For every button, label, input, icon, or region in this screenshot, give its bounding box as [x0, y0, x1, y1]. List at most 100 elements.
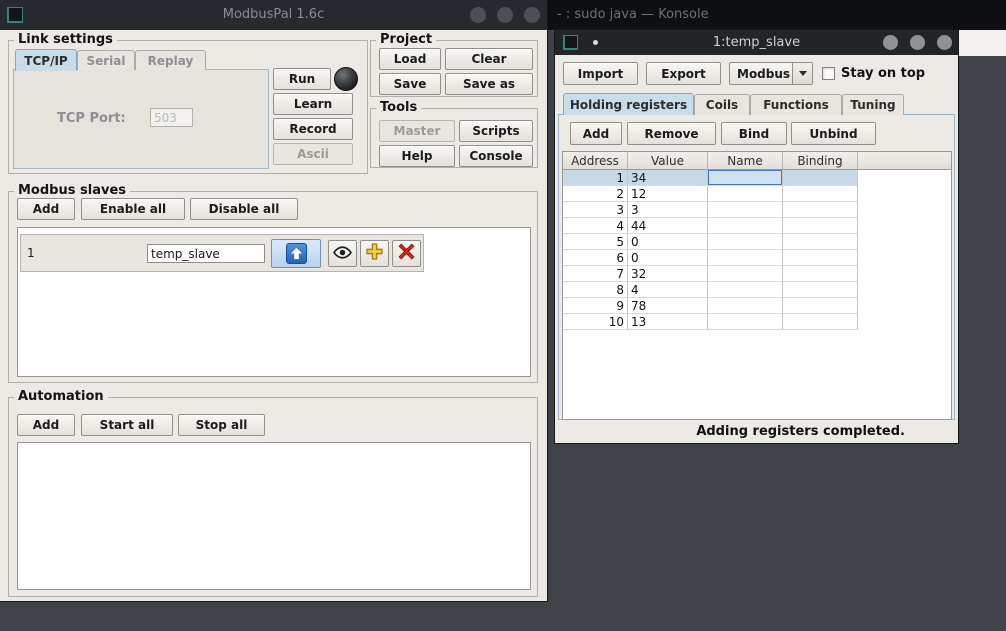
value-cell[interactable]: 3 [628, 202, 708, 218]
register-row-6[interactable]: 60 [563, 250, 858, 266]
slave-maximize-button[interactable] [910, 35, 925, 50]
name-cell[interactable] [708, 202, 783, 218]
load-button[interactable]: Load [379, 48, 441, 70]
name-cell[interactable] [708, 266, 783, 282]
close-button[interactable] [524, 7, 540, 23]
register-row-10[interactable]: 1013 [563, 314, 858, 330]
add-register-button[interactable]: Add [570, 122, 622, 145]
address-cell[interactable]: 8 [563, 282, 628, 298]
slave-close-button[interactable] [937, 35, 952, 50]
remove-register-button[interactable]: Remove [627, 122, 716, 145]
tab-tcpip[interactable]: TCP/IP [15, 49, 77, 71]
name-cell[interactable] [708, 282, 783, 298]
binding-cell[interactable] [783, 298, 858, 314]
delete-slave-button[interactable] [392, 240, 421, 267]
link-status-led [334, 67, 358, 91]
register-row-5[interactable]: 50 [563, 234, 858, 250]
column-header-name[interactable]: Name [708, 152, 783, 170]
save-button[interactable]: Save [379, 73, 441, 95]
slave-panel-button[interactable] [271, 239, 321, 268]
name-cell[interactable] [708, 186, 783, 202]
binding-cell[interactable] [783, 250, 858, 266]
clear-button[interactable]: Clear [445, 48, 533, 70]
binding-cell[interactable] [783, 266, 858, 282]
address-cell[interactable]: 4 [563, 218, 628, 234]
tab-replay[interactable]: Replay [135, 50, 206, 70]
tab-serial[interactable]: Serial [77, 50, 135, 70]
import-button[interactable]: Import [563, 62, 638, 85]
binding-cell[interactable] [783, 234, 858, 250]
address-cell[interactable]: 9 [563, 298, 628, 314]
scripts-button[interactable]: Scripts [459, 120, 533, 142]
save-as-button[interactable]: Save as [445, 73, 533, 95]
slave-window-titlebar[interactable]: 1:temp_slave [555, 30, 958, 55]
binding-cell[interactable] [783, 186, 858, 202]
tab-coils[interactable]: Coils [694, 94, 750, 115]
register-row-2[interactable]: 212 [563, 186, 858, 202]
address-cell[interactable]: 10 [563, 314, 628, 330]
value-cell[interactable]: 0 [628, 234, 708, 250]
help-button[interactable]: Help [379, 145, 455, 167]
binding-cell[interactable] [783, 202, 858, 218]
tab-holding-registers[interactable]: Holding registers [563, 93, 694, 115]
disable-all-button[interactable]: Disable all [190, 198, 298, 220]
column-header-binding[interactable]: Binding [783, 152, 858, 170]
add-automation-button[interactable]: Add [17, 414, 75, 436]
value-cell[interactable]: 4 [628, 282, 708, 298]
export-button[interactable]: Export [646, 62, 721, 85]
register-row-4[interactable]: 444 [563, 218, 858, 234]
register-row-1[interactable]: 134 [563, 170, 858, 186]
name-cell[interactable] [708, 234, 783, 250]
binding-cell[interactable] [783, 218, 858, 234]
binding-cell[interactable] [783, 314, 858, 330]
learn-button[interactable]: Learn [273, 93, 353, 115]
name-cell[interactable] [708, 298, 783, 314]
value-cell[interactable]: 78 [628, 298, 708, 314]
value-cell[interactable]: 34 [628, 170, 708, 186]
tab-tuning[interactable]: Tuning [842, 94, 904, 115]
console-button[interactable]: Console [459, 145, 533, 167]
name-cell[interactable] [708, 218, 783, 234]
enable-all-button[interactable]: Enable all [81, 198, 185, 220]
value-cell[interactable]: 44 [628, 218, 708, 234]
duplicate-slave-button[interactable] [360, 240, 389, 267]
stop-all-button[interactable]: Stop all [178, 414, 265, 436]
register-row-7[interactable]: 732 [563, 266, 858, 282]
value-cell[interactable]: 32 [628, 266, 708, 282]
value-cell[interactable]: 0 [628, 250, 708, 266]
address-cell[interactable]: 2 [563, 186, 628, 202]
address-cell[interactable]: 5 [563, 234, 628, 250]
run-button[interactable]: Run [273, 68, 331, 90]
register-row-8[interactable]: 84 [563, 282, 858, 298]
binding-cell[interactable] [783, 170, 858, 186]
column-header-address[interactable]: Address [563, 152, 628, 170]
column-header-value[interactable]: Value [628, 152, 708, 170]
modbus-link-select[interactable]: Modbus [729, 62, 813, 85]
name-cell[interactable] [708, 170, 783, 186]
value-cell[interactable]: 13 [628, 314, 708, 330]
address-cell[interactable]: 6 [563, 250, 628, 266]
slave-name-field[interactable] [147, 244, 265, 263]
address-cell[interactable]: 7 [563, 266, 628, 282]
maximize-button[interactable] [497, 7, 513, 23]
minimize-button[interactable] [470, 7, 486, 23]
register-row-9[interactable]: 978 [563, 298, 858, 314]
binding-cell[interactable] [783, 282, 858, 298]
tools-group: Tools Master Scripts Help Console [370, 108, 538, 168]
slave-visibility-button[interactable] [328, 240, 357, 267]
add-slave-button[interactable]: Add [17, 198, 75, 220]
register-row-3[interactable]: 33 [563, 202, 858, 218]
bind-button[interactable]: Bind [721, 122, 787, 145]
modbuspal-titlebar[interactable]: ModbusPal 1.6c [0, 0, 547, 30]
name-cell[interactable] [708, 314, 783, 330]
address-cell[interactable]: 3 [563, 202, 628, 218]
start-all-button[interactable]: Start all [81, 414, 173, 436]
stay-on-top-checkbox[interactable] [822, 67, 835, 80]
address-cell[interactable]: 1 [563, 170, 628, 186]
record-button[interactable]: Record [273, 118, 353, 140]
tab-functions[interactable]: Functions [750, 94, 842, 115]
unbind-button[interactable]: Unbind [791, 122, 876, 145]
name-cell[interactable] [708, 250, 783, 266]
value-cell[interactable]: 12 [628, 186, 708, 202]
slave-minimize-button[interactable] [883, 35, 898, 50]
